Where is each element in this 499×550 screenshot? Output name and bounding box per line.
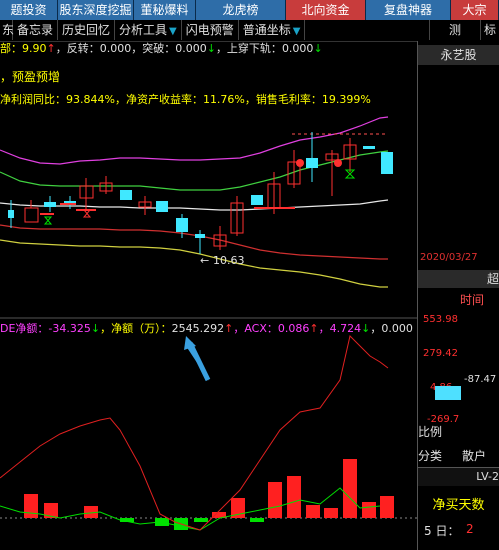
candle [251,195,263,205]
retail-label: 散户 [462,449,487,463]
net-amount-bars [24,459,394,530]
dot-icon [334,159,342,167]
candle [156,201,168,212]
band-bottom-line [0,239,388,288]
band-top-line [0,116,389,165]
hourglass-icon [43,216,53,225]
net-buy-days-label: 净买天数 [432,498,485,513]
current-value-bar [435,386,461,400]
min-price-arrow: ← [200,254,209,267]
category-label: 分类 [418,449,443,463]
indicator-red-line [0,335,389,531]
ratio-label: 比例 [418,425,443,439]
band-low-line [0,224,388,260]
lv2-label[interactable]: LV-2 [418,467,499,486]
band-mid-line [0,150,389,191]
candle [24,207,39,223]
level-label: 279.42 [423,348,458,359]
candle [363,146,375,149]
current-value: -87.47 [464,374,497,385]
candle [381,152,393,174]
moving-average-line [0,199,389,211]
day-value: 2 [466,522,474,536]
right-panel-header[interactable]: 超 [418,270,499,288]
level-label: 553.98 [423,314,458,325]
candle [120,190,132,200]
min-price-label: 10.63 [213,254,245,267]
dot-icon [296,159,304,167]
candlesticks [8,132,393,254]
indicator-readout: DE净额：-34.325↓，净额（万）：2545.292↑，ACX：0.086↑… [0,322,413,335]
stock-name[interactable]: 永艺股 [418,45,499,65]
hourglass-icon [82,209,92,218]
time-label: 时间 [460,293,485,307]
arrow-shaft [187,341,211,382]
mini-chart-date: 2020/03/27 [420,252,478,263]
day-label: 5 日： [424,524,460,538]
